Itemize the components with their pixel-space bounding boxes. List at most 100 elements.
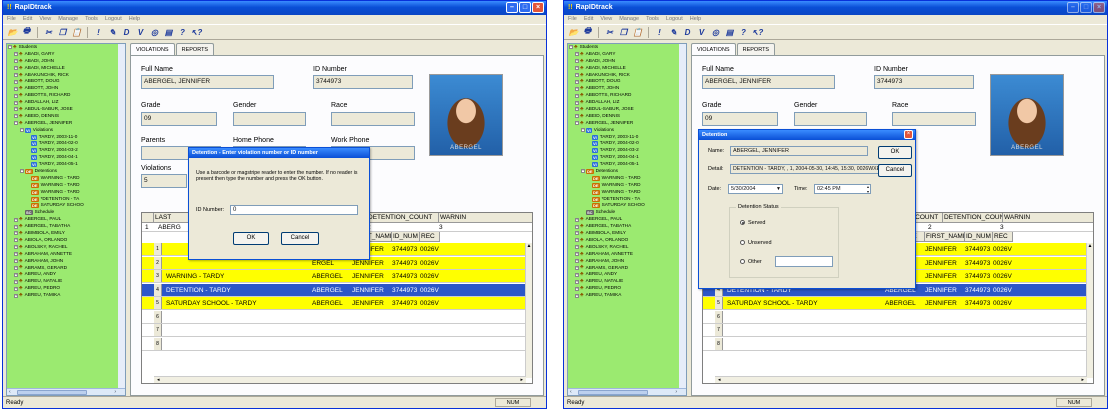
expand-toggle-icon[interactable]: + xyxy=(575,79,579,84)
tree-student[interactable]: + ♣ ABADI, MICHELLE xyxy=(568,65,686,72)
tree-student[interactable]: + ♣ ABADI, GARY xyxy=(568,51,686,58)
exclamation-icon[interactable]: ! xyxy=(92,26,105,38)
ok-button[interactable]: OK xyxy=(233,232,269,245)
tree-student[interactable]: + ♣ ABRAHAM, ANNETTE xyxy=(7,251,125,258)
tree-student[interactable]: + ♣ ABREU, NATALIE xyxy=(568,278,686,285)
violations-count-field[interactable]: 5 xyxy=(141,174,187,188)
expand-toggle-icon[interactable]: + xyxy=(14,231,18,236)
table-row[interactable]: 6 xyxy=(142,310,526,324)
expand-toggle-icon[interactable]: + xyxy=(14,224,18,229)
id-number-field[interactable]: 3744973 xyxy=(313,75,413,89)
expand-toggle-icon[interactable]: + xyxy=(575,217,579,222)
tree-detention-item[interactable]: DE *DETENTION - TA xyxy=(568,196,686,203)
tree-student[interactable]: + ♣ ABBOTT, DOUG xyxy=(568,78,686,85)
student-tree[interactable]: − ♣ Students + ♣ ABADI, GARY + ♣ ABADI, JOHN + ♣ AB… xyxy=(567,43,687,396)
print-icon[interactable]: 🖶 xyxy=(581,26,594,38)
grid-horizontal-scrollbar[interactable]: ◂ ▸ xyxy=(154,376,526,383)
close-button[interactable]: × xyxy=(532,2,544,13)
grade-field[interactable]: 09 xyxy=(702,112,778,126)
expand-toggle-icon[interactable]: + xyxy=(14,245,18,250)
expand-toggle-icon[interactable]: − xyxy=(575,121,579,126)
tree-student[interactable]: + ♣ ABRAHAM, JOHN xyxy=(568,258,686,265)
tree-student[interactable]: + ♣ ABERGEL, PAUL xyxy=(7,216,125,223)
ok-button[interactable]: OK xyxy=(878,146,912,159)
tree-student[interactable]: + ♣ ABAKUNCHIK, RICK xyxy=(7,72,125,79)
maximize-button[interactable]: □ xyxy=(1080,2,1092,13)
expand-toggle-icon[interactable]: + xyxy=(14,265,18,270)
expand-toggle-icon[interactable]: + xyxy=(14,86,18,91)
table-row[interactable]: 7 xyxy=(142,324,526,337)
menu-item-view[interactable]: View xyxy=(600,15,612,24)
tree-student[interactable]: + ♣ ABIMBOLA, EMILY xyxy=(7,230,125,237)
other-radio[interactable]: Other xyxy=(740,259,762,265)
expand-toggle-icon[interactable]: + xyxy=(575,114,579,119)
chevron-down-icon[interactable]: ▼ xyxy=(776,185,781,193)
tree-violations-folder[interactable]: − VI Violations xyxy=(7,127,125,134)
expand-toggle-icon[interactable]: + xyxy=(14,259,18,264)
tree-violation-item[interactable]: VI TARDY, 2004-04-1 xyxy=(568,154,686,161)
table-row[interactable]: 5 SATURDAY SCHOOL - TARDY ABERGEL JENNIFER 3… xyxy=(142,297,526,310)
time-spinner[interactable]: 02:45 PM ▴ ▾ xyxy=(814,184,871,194)
table-row[interactable]: 4 DETENTION - TARDY ABERGEL JENNIFER 3744973… xyxy=(142,283,526,297)
close-button[interactable]: × xyxy=(1093,2,1105,13)
expand-toggle-icon[interactable]: + xyxy=(575,231,579,236)
expand-toggle-icon[interactable]: + xyxy=(575,107,579,112)
menu-item-logout[interactable]: Logout xyxy=(666,15,683,24)
tree-student[interactable]: + ♣ ABRAHAM, JOHN xyxy=(7,258,125,265)
tree-detention-item[interactable]: DE WARNING - TARD xyxy=(7,175,125,182)
tree-detention-item[interactable]: DE WARNING - TARD xyxy=(568,175,686,182)
tree-student[interactable]: + ♣ ABREU, TAMIKA xyxy=(568,292,686,299)
expand-toggle-icon[interactable]: + xyxy=(575,245,579,250)
expand-toggle-icon[interactable]: + xyxy=(14,107,18,112)
title-bar[interactable]: !! RapIDtrack – □ × xyxy=(564,1,1107,15)
expand-toggle-icon[interactable]: + xyxy=(14,293,18,298)
gender-field[interactable] xyxy=(233,112,306,126)
table-row[interactable]: 3 WARNING - TARDY ABERGEL JENNIFER 374497300… xyxy=(142,270,526,283)
tree-detention-item[interactable]: DE WARNING - TARD xyxy=(7,182,125,189)
tree-detention-item[interactable]: DE *DETENTION - TA xyxy=(7,196,125,203)
menu-item-manage[interactable]: Manage xyxy=(58,15,78,24)
menu-item-edit[interactable]: Edit xyxy=(23,15,32,24)
expand-toggle-icon[interactable]: + xyxy=(14,252,18,257)
folder-icon[interactable]: 📂 xyxy=(567,26,580,38)
tree-student[interactable]: + ♣ ABOLSKY, RACHEL xyxy=(568,244,686,251)
expand-toggle-icon[interactable]: + xyxy=(575,86,579,91)
pen-icon[interactable]: ✎ xyxy=(667,26,680,38)
tree-detention-item[interactable]: DE WARNING - TARD xyxy=(568,182,686,189)
exclamation-icon[interactable]: ! xyxy=(653,26,666,38)
paste-icon[interactable]: 📋 xyxy=(70,26,83,38)
id-number-input[interactable]: 0 xyxy=(230,205,358,215)
tree-student[interactable]: + ♣ ABREU, PEDRO xyxy=(568,285,686,292)
expand-toggle-icon[interactable]: + xyxy=(14,238,18,243)
expand-toggle-icon[interactable]: + xyxy=(14,66,18,71)
tree-student[interactable]: + ♣ ABIOLA, ORLANDO xyxy=(568,237,686,244)
tree-vertical-scrollbar[interactable] xyxy=(679,44,686,395)
tree-student[interactable]: + ♣ ABDUL-SABUR, JOSE xyxy=(7,106,125,113)
help-pointer-icon[interactable]: ↖? xyxy=(190,26,203,38)
other-text-field[interactable] xyxy=(775,256,833,267)
expand-toggle-icon[interactable]: − xyxy=(20,169,24,174)
expand-toggle-icon[interactable]: + xyxy=(575,238,579,243)
tree-vertical-scrollbar[interactable] xyxy=(118,44,125,395)
expand-toggle-icon[interactable]: + xyxy=(575,73,579,77)
expand-toggle-icon[interactable]: − xyxy=(20,128,24,133)
copy-icon[interactable]: ❐ xyxy=(617,26,630,38)
race-field[interactable] xyxy=(331,112,415,126)
grid-column-header[interactable]: REC xyxy=(993,232,1013,242)
tree-student[interactable]: + ♣ ABEID, DENNIS xyxy=(7,113,125,120)
grid-column-header[interactable]: FIRST_NAME xyxy=(925,232,965,242)
menu-item-file[interactable]: File xyxy=(7,15,16,24)
tree-student[interactable]: + ♣ ABERGEL, TABATHA xyxy=(7,223,125,230)
spinner-arrows-icon[interactable]: ▴ ▾ xyxy=(867,184,869,194)
tree-horizontal-scrollbar[interactable]: ‹ › xyxy=(7,388,125,395)
grid-column-header[interactable]: REC xyxy=(420,232,440,242)
expand-toggle-icon[interactable]: + xyxy=(14,272,18,277)
tree-student[interactable]: + ♣ ABREU, PEDRO xyxy=(7,285,125,292)
expand-toggle-icon[interactable]: − xyxy=(581,128,585,133)
binoculars-icon[interactable]: ◎ xyxy=(148,26,161,38)
unserved-radio[interactable]: Unserved xyxy=(740,240,772,246)
expand-toggle-icon[interactable]: + xyxy=(14,279,18,284)
tree-student[interactable]: + ♣ ABDUL-SABUR, JOSE xyxy=(568,106,686,113)
expand-toggle-icon[interactable]: + xyxy=(575,279,579,284)
tree-violation-item[interactable]: VI TARDY, 2003-11-0 xyxy=(568,134,686,141)
